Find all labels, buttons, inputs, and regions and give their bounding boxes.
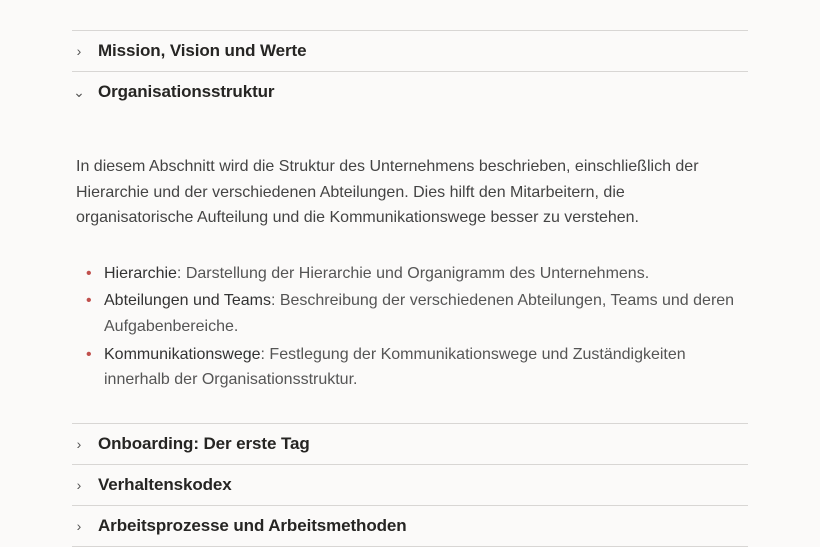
chevron-right-icon: › xyxy=(72,43,86,59)
accordion-title: Arbeitsprozesse und Arbeitsmethoden xyxy=(98,516,407,536)
accordion-header-processes[interactable]: › Arbeitsprozesse und Arbeitsmethoden xyxy=(72,506,748,546)
accordion-title: Verhaltenskodex xyxy=(98,475,232,495)
accordion-item-onboarding: › Onboarding: Der erste Tag xyxy=(72,423,748,464)
accordion-body-org: In diesem Abschnitt wird die Struktur de… xyxy=(72,112,748,423)
accordion-title: Onboarding: Der erste Tag xyxy=(98,434,310,454)
accordion-title: Organisationsstruktur xyxy=(98,82,274,102)
list-item: Kommunikationswege: Festlegung der Kommu… xyxy=(86,342,744,393)
list-item: Hierarchie: Darstellung der Hierarchie u… xyxy=(86,261,744,287)
accordion-item-org: ⌄ Organisationsstruktur In diesem Abschn… xyxy=(72,71,748,423)
bullet-term: Kommunikationswege xyxy=(104,346,261,363)
bullet-term: Abteilungen und Teams xyxy=(104,292,271,309)
accordion-header-conduct[interactable]: › Verhaltenskodex xyxy=(72,465,748,505)
accordion-header-org[interactable]: ⌄ Organisationsstruktur xyxy=(72,72,748,112)
intro-paragraph: In diesem Abschnitt wird die Struktur de… xyxy=(76,154,744,231)
chevron-right-icon: › xyxy=(72,436,86,452)
chevron-right-icon: › xyxy=(72,477,86,493)
chevron-right-icon: › xyxy=(72,518,86,534)
accordion-item-mission: › Mission, Vision und Werte xyxy=(72,30,748,71)
bullet-desc: : Darstellung der Hierarchie und Organig… xyxy=(177,265,649,282)
chevron-down-icon: ⌄ xyxy=(72,84,86,101)
bullet-term: Hierarchie xyxy=(104,265,177,282)
accordion-item-conduct: › Verhaltenskodex xyxy=(72,464,748,505)
accordion-item-processes: › Arbeitsprozesse und Arbeitsmethoden xyxy=(72,505,748,547)
bullet-list: Hierarchie: Darstellung der Hierarchie u… xyxy=(76,261,744,393)
accordion-title: Mission, Vision und Werte xyxy=(98,41,306,61)
accordion-header-mission[interactable]: › Mission, Vision und Werte xyxy=(72,31,748,71)
accordion-header-onboarding[interactable]: › Onboarding: Der erste Tag xyxy=(72,424,748,464)
list-item: Abteilungen und Teams: Beschreibung der … xyxy=(86,288,744,339)
